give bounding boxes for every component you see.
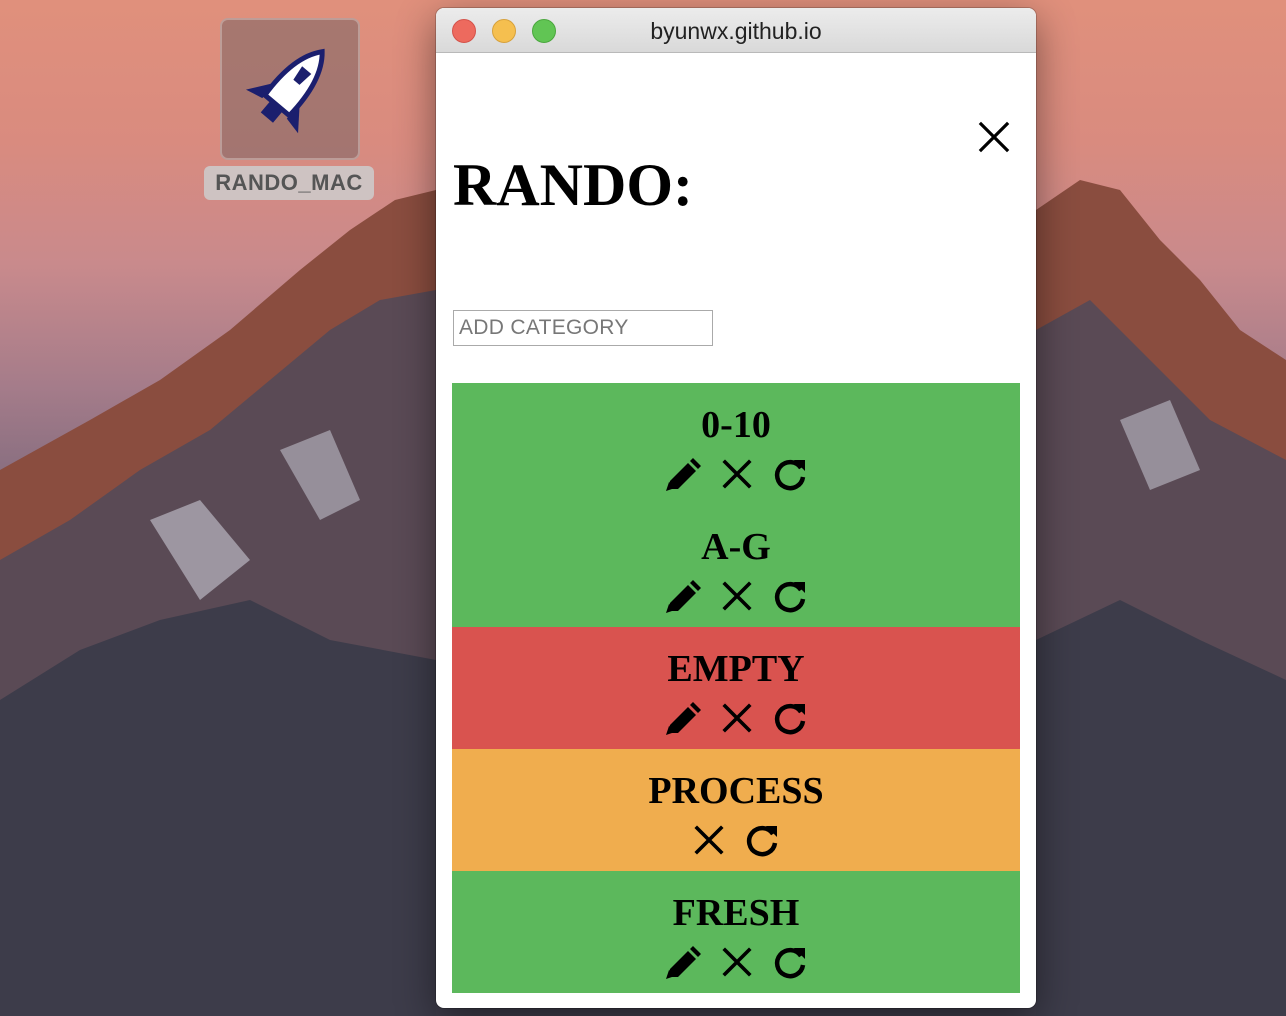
delete-close-icon[interactable] <box>720 945 754 979</box>
close-icon[interactable] <box>978 121 1010 153</box>
category-name: PROCESS <box>648 770 824 812</box>
category-actions <box>452 945 1020 979</box>
edit-pencil-icon[interactable] <box>664 457 702 493</box>
delete-close-icon[interactable] <box>692 823 726 857</box>
category-actions <box>452 823 1020 857</box>
delete-close-icon[interactable] <box>720 701 754 735</box>
category-actions <box>452 457 1020 491</box>
reset-refresh-icon[interactable] <box>744 823 780 859</box>
category-name: EMPTY <box>667 648 805 690</box>
reset-refresh-icon[interactable] <box>772 579 808 615</box>
browser-window: byunwx.github.io RANDO: 0-10 A-G EMPTY PROC… <box>436 8 1036 1008</box>
delete-close-icon[interactable] <box>720 579 754 613</box>
page-title: RANDO: <box>453 152 693 218</box>
edit-pencil-icon[interactable] <box>664 945 702 981</box>
window-titlebar: byunwx.github.io <box>436 8 1036 53</box>
category-actions <box>452 579 1020 613</box>
reset-refresh-icon[interactable] <box>772 701 808 737</box>
category-row: 0-10 <box>452 383 1020 505</box>
category-row: FRESH <box>452 871 1020 993</box>
category-row: PROCESS <box>452 749 1020 871</box>
category-row: A-G <box>452 505 1020 627</box>
reset-refresh-icon[interactable] <box>772 457 808 493</box>
rocket-icon <box>220 18 360 160</box>
app-content: RANDO: 0-10 A-G EMPTY PROCESS FRESH <box>436 53 1036 1008</box>
desktop-icon-label: RANDO_MAC <box>204 166 374 200</box>
edit-pencil-icon[interactable] <box>664 701 702 737</box>
category-name: A-G <box>701 526 771 568</box>
delete-close-icon[interactable] <box>720 457 754 491</box>
category-row: EMPTY <box>452 627 1020 749</box>
add-category-input[interactable] <box>453 310 713 346</box>
reset-refresh-icon[interactable] <box>772 945 808 981</box>
category-name: 0-10 <box>701 404 771 446</box>
edit-pencil-icon[interactable] <box>664 579 702 615</box>
category-actions <box>452 701 1020 735</box>
category-name: FRESH <box>672 892 800 934</box>
category-list: 0-10 A-G EMPTY PROCESS FRESH <box>452 383 1020 993</box>
window-title: byunwx.github.io <box>650 18 822 44</box>
